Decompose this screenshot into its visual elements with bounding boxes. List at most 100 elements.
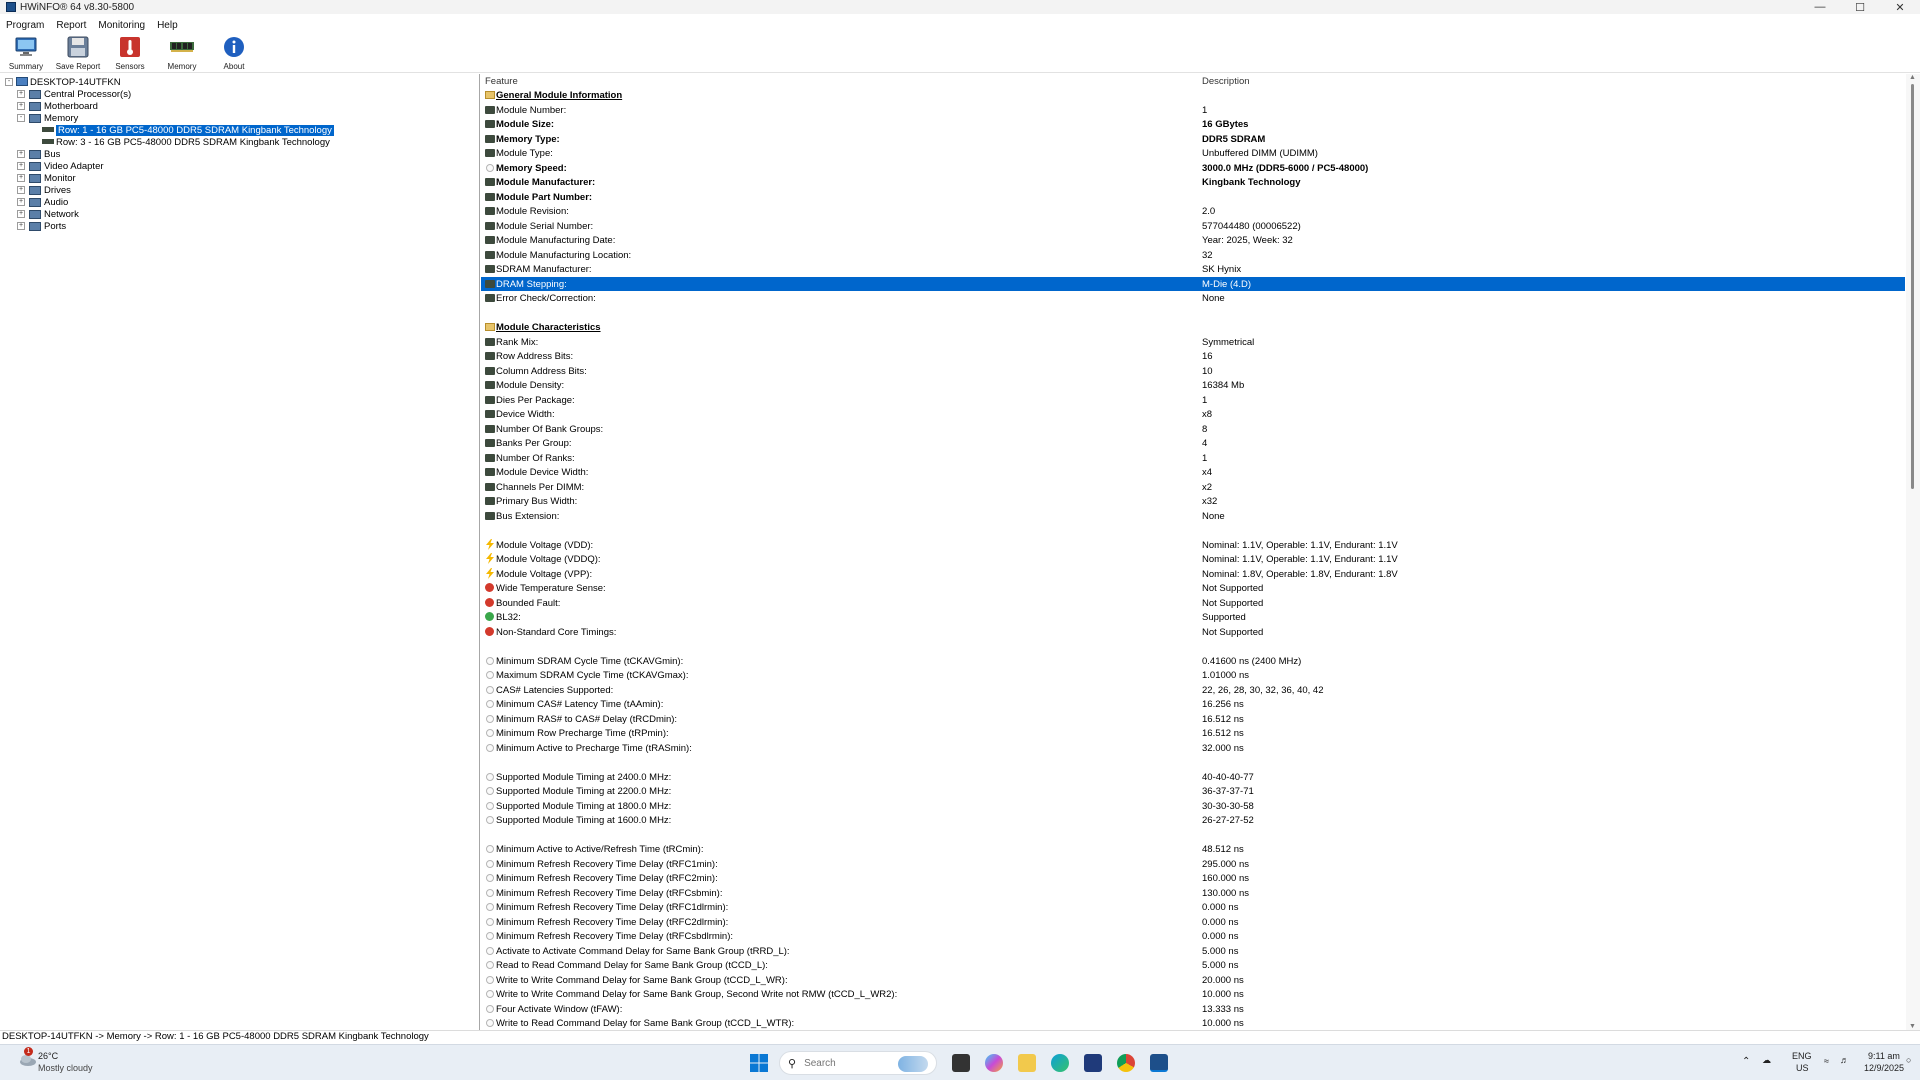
detail-row[interactable]: Minimum SDRAM Cycle Time (tCKAVGmin): 0.4… <box>481 654 1905 669</box>
detail-row[interactable]: Module Number: 1 <box>481 103 1905 118</box>
detail-row[interactable]: Supported Module Timing at 2200.0 MHz: 36… <box>481 784 1905 799</box>
expand-toggle[interactable]: + <box>17 210 25 218</box>
close-button[interactable]: ✕ <box>1880 0 1920 14</box>
detail-row[interactable]: Number Of Ranks: 1 <box>481 451 1905 466</box>
detail-row[interactable]: Module Voltage (VDD): Nominal: 1.1V, Oper… <box>481 538 1905 553</box>
detail-row[interactable]: Minimum Refresh Recovery Time Delay (tRF… <box>481 900 1905 915</box>
detail-row[interactable]: Module Serial Number: 577044480 (00006522… <box>481 219 1905 234</box>
copilot-icon[interactable] <box>985 1054 1003 1072</box>
detail-row[interactable]: Supported Module Timing at 2400.0 MHz: 40… <box>481 770 1905 785</box>
detail-row[interactable]: Wide Temperature Sense: Not Supported <box>481 581 1905 596</box>
volume-icon[interactable]: ♬ <box>1840 1055 1849 1065</box>
section-header[interactable]: General Module Information <box>481 88 1905 103</box>
detail-row[interactable]: Memory Speed: 3000.0 MHz (DDR5-6000 / PC5… <box>481 161 1905 176</box>
detail-row[interactable]: Banks Per Group: 4 <box>481 436 1905 451</box>
detail-row[interactable]: Write to Read Command Delay for Same Ban… <box>481 1016 1905 1031</box>
detail-row[interactable]: Module Manufacturer: Kingbank Technology <box>481 175 1905 190</box>
chevron-up-icon[interactable]: ⌃ <box>1742 1056 1750 1067</box>
expand-toggle[interactable]: + <box>17 102 25 110</box>
detail-row[interactable]: Bus Extension: None <box>481 509 1905 524</box>
detail-row[interactable]: Minimum Active to Active/Refresh Time (t… <box>481 842 1905 857</box>
file-explorer-icon[interactable] <box>1018 1054 1036 1072</box>
expand-toggle[interactable]: + <box>17 90 25 98</box>
detail-row[interactable]: Minimum Refresh Recovery Time Delay (tRF… <box>481 857 1905 872</box>
menu-program[interactable]: Program <box>0 20 50 31</box>
scroll-down-icon[interactable]: ▼ <box>1909 1023 1916 1030</box>
detail-row[interactable]: Bounded Fault: Not Supported <box>481 596 1905 611</box>
scroll-thumb[interactable] <box>1911 84 1914 489</box>
detail-row[interactable]: Four Activate Window (tFAW): 13.333 ns <box>481 1002 1905 1017</box>
detail-row[interactable]: Column Address Bits: 10 <box>481 364 1905 379</box>
wifi-icon[interactable]: ≈ <box>1824 1056 1829 1066</box>
expand-toggle[interactable]: + <box>17 162 25 170</box>
detail-row[interactable]: Number Of Bank Groups: 8 <box>481 422 1905 437</box>
detail-row[interactable]: Supported Module Timing at 1600.0 MHz: 26… <box>481 813 1905 828</box>
tree-item[interactable]: - Memory <box>0 112 479 124</box>
detail-row[interactable]: CAS# Latencies Supported: 22, 26, 28, 30,… <box>481 683 1905 698</box>
header-description[interactable]: Description <box>1202 76 1250 87</box>
detail-row[interactable]: Memory Type: DDR5 SDRAM <box>481 132 1905 147</box>
detail-row[interactable]: Module Voltage (VPP): Nominal: 1.8V, Oper… <box>481 567 1905 582</box>
expand-toggle[interactable]: + <box>17 150 25 158</box>
scroll-up-icon[interactable]: ▲ <box>1909 74 1916 81</box>
section-header[interactable]: Module Characteristics <box>481 320 1905 335</box>
tree-item[interactable]: + Video Adapter <box>0 160 479 172</box>
detail-row[interactable]: Minimum Active to Precharge Time (tRASmi… <box>481 741 1905 756</box>
header-feature[interactable]: Feature <box>485 76 518 87</box>
tree-item-memory-module[interactable]: Row: 1 - 16 GB PC5-48000 DDR5 SDRAM King… <box>0 124 479 136</box>
detail-row[interactable]: Module Size: 16 GBytes <box>481 117 1905 132</box>
tree-item[interactable]: + Bus <box>0 148 479 160</box>
menu-help[interactable]: Help <box>151 20 184 31</box>
onedrive-icon[interactable]: ☁ <box>1762 1055 1771 1066</box>
expand-toggle[interactable]: + <box>17 222 25 230</box>
detail-row[interactable]: Module Part Number: <box>481 190 1905 205</box>
task-view-icon[interactable] <box>952 1054 970 1072</box>
expand-toggle[interactable]: + <box>17 174 25 182</box>
summary-button[interactable]: Summary <box>0 33 52 73</box>
taskbar-search[interactable]: ⚲ <box>779 1051 937 1075</box>
menu-report[interactable]: Report <box>50 20 92 31</box>
tree-item-memory-module[interactable]: Row: 3 - 16 GB PC5-48000 DDR5 SDRAM King… <box>0 136 479 148</box>
detail-row[interactable]: Rank Mix: Symmetrical <box>481 335 1905 350</box>
detail-row[interactable]: Module Voltage (VDDQ): Nominal: 1.1V, Ope… <box>481 552 1905 567</box>
detail-row[interactable]: Write to Write Command Delay for Same Ba… <box>481 987 1905 1002</box>
detail-row[interactable]: BL32: Supported <box>481 610 1905 625</box>
detail-row[interactable]: Module Type: Unbuffered DIMM (UDIMM) <box>481 146 1905 161</box>
detail-row[interactable]: Supported Module Timing at 1800.0 MHz: 30… <box>481 799 1905 814</box>
detail-row[interactable]: Maximum SDRAM Cycle Time (tCKAVGmax): 1.0… <box>481 668 1905 683</box>
detail-row[interactable]: SDRAM Manufacturer: SK Hynix <box>481 262 1905 277</box>
detail-row[interactable]: Minimum Refresh Recovery Time Delay (tRF… <box>481 871 1905 886</box>
detail-row[interactable]: Module Manufacturing Location: 32 <box>481 248 1905 263</box>
detail-row[interactable]: Minimum CAS# Latency Time (tAAmin): 16.25… <box>481 697 1905 712</box>
detail-row[interactable]: Write to Write Command Delay for Same Ba… <box>481 973 1905 988</box>
edge-icon[interactable] <box>1051 1054 1069 1072</box>
windows-start-icon[interactable] <box>750 1054 768 1072</box>
store-icon[interactable] <box>1084 1054 1102 1072</box>
detail-row[interactable]: Channels Per DIMM: x2 <box>481 480 1905 495</box>
detail-row[interactable]: Minimum Refresh Recovery Time Delay (tRF… <box>481 929 1905 944</box>
weather-widget[interactable]: 1 26°C Mostly cloudy <box>18 1047 93 1073</box>
collapse-toggle[interactable]: - <box>17 114 25 122</box>
detail-row[interactable]: Device Width: x8 <box>481 407 1905 422</box>
detail-row[interactable]: Minimum Row Precharge Time (tRPmin): 16.5… <box>481 726 1905 741</box>
vertical-scrollbar[interactable]: ▲ ▼ <box>1906 74 1920 1030</box>
detail-row[interactable]: DRAM Stepping: M-Die (4.D) <box>481 276 1905 291</box>
tree-item[interactable]: + Monitor <box>0 172 479 184</box>
clock-date[interactable]: 12/9/2025 <box>1864 1063 1904 1073</box>
tree-item[interactable]: + Motherboard <box>0 100 479 112</box>
detail-row[interactable]: Activate to Activate Command Delay for S… <box>481 944 1905 959</box>
expand-toggle[interactable]: + <box>17 198 25 206</box>
search-input[interactable] <box>804 1057 895 1069</box>
about-button[interactable]: About <box>208 33 260 73</box>
memory-button[interactable]: Memory <box>156 33 208 73</box>
detail-row[interactable]: Error Check/Correction: None <box>481 291 1905 306</box>
notification-icon[interactable]: ○ <box>1906 1055 1911 1065</box>
tree-item[interactable]: + Audio <box>0 196 479 208</box>
menu-monitoring[interactable]: Monitoring <box>92 20 151 31</box>
tree-root[interactable]: - DESKTOP-14UTFKN <box>0 76 479 88</box>
detail-row[interactable]: Minimum RAS# to CAS# Delay (tRCDmin): 16.… <box>481 712 1905 727</box>
detail-row[interactable]: Module Density: 16384 Mb <box>481 378 1905 393</box>
detail-row[interactable]: Minimum Refresh Recovery Time Delay (tRF… <box>481 886 1905 901</box>
detail-row[interactable]: Module Revision: 2.0 <box>481 204 1905 219</box>
save-report-button[interactable]: Save Report <box>52 33 104 73</box>
